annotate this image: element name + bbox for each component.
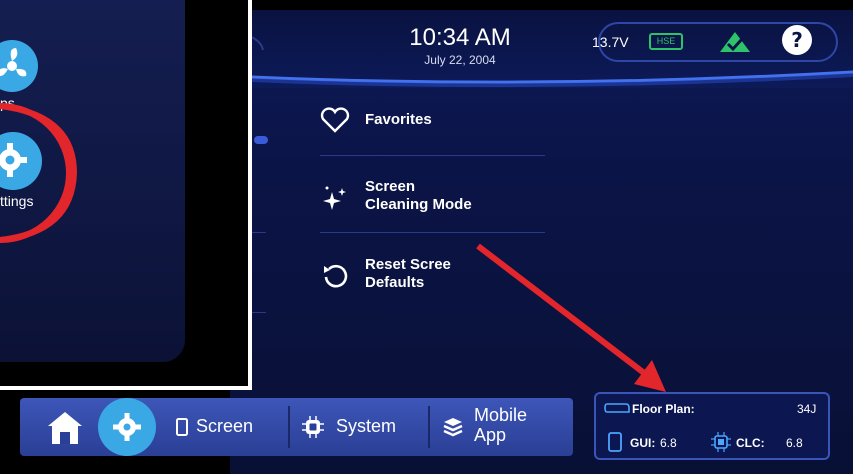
tab-mobile-app-line1: Mobile (474, 405, 528, 425)
stack-icon (443, 418, 463, 437)
tab-system[interactable]: System (296, 404, 424, 450)
svg-text:?: ? (791, 28, 803, 52)
header-glow (230, 70, 853, 88)
reset-icon (324, 264, 348, 288)
tablet-icon (608, 432, 622, 452)
favorites-label: Favorites (365, 111, 432, 128)
voltage-readout: 13.7V (592, 34, 629, 50)
hse-badge: HSE (649, 33, 683, 50)
gui-value: 6.8 (660, 436, 677, 450)
check-icon[interactable] (718, 30, 752, 54)
reset-line2: Defaults (365, 274, 425, 291)
chip-icon (711, 432, 731, 452)
tab-mobile-app[interactable]: Mobile App (436, 404, 566, 452)
nav-separator (428, 406, 430, 448)
fan-icon[interactable] (0, 36, 42, 96)
clock-time: 10:34 AM (409, 24, 511, 51)
tab-screen-label: Screen (196, 416, 254, 436)
menu-divider (320, 155, 545, 156)
clc-label: CLC: (736, 436, 765, 450)
screen-cleaning-line1: Screen (365, 178, 416, 195)
sparkle-icon (323, 186, 346, 210)
inset-panel: ps ttings (0, 0, 252, 390)
clc-value: 6.8 (786, 436, 803, 450)
annotation-arrow (476, 243, 666, 392)
floor-plan-label: Floor Plan: (632, 402, 695, 416)
gui-label: GUI: (630, 436, 656, 450)
clock-date: July 22, 2004 (424, 53, 496, 67)
screen-cleaning-line2: Cleaning Mode (365, 196, 472, 213)
tab-screen[interactable]: Screen (170, 404, 282, 450)
reset-line1: Reset Scree (365, 256, 451, 273)
settings-nav-button[interactable] (98, 398, 158, 456)
chip-icon (302, 416, 324, 438)
trailer-icon (604, 403, 630, 413)
highlight-circle (0, 103, 78, 243)
heart-icon (320, 107, 350, 133)
help-icon[interactable]: ? (781, 24, 813, 56)
tab-mobile-app-line2: App (474, 425, 507, 445)
phone-icon (176, 418, 188, 436)
screen-cleaning-item[interactable]: Screen Cleaning Mode (320, 178, 545, 218)
menu-divider (320, 232, 545, 233)
slider-stub (254, 136, 268, 144)
nav-separator (288, 406, 290, 448)
home-icon[interactable] (46, 410, 84, 446)
tab-system-label: System (336, 416, 397, 436)
floor-plan-value: 34J (797, 402, 817, 416)
favorites-item[interactable]: Favorites (320, 105, 545, 135)
